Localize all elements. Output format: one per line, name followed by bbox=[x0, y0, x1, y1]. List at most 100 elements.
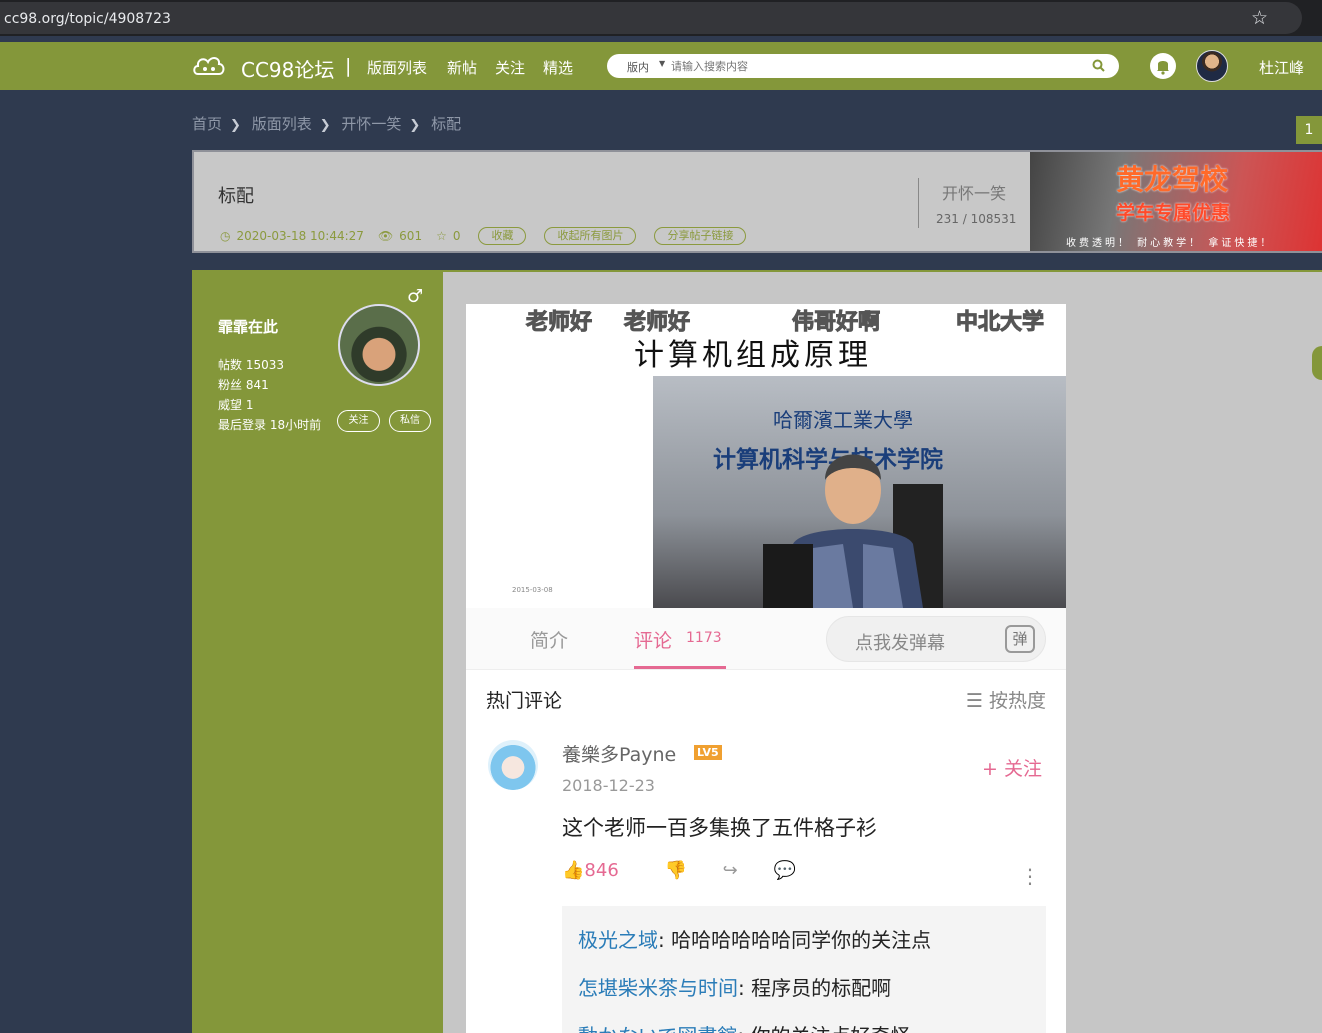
level-badge: LV5 bbox=[694, 745, 722, 760]
video-date: 2015-03-08 bbox=[512, 586, 553, 594]
address-bar[interactable]: cc98.org/topic/4908723 ☆ bbox=[0, 2, 1302, 34]
author-avatar[interactable] bbox=[338, 304, 420, 386]
chevron-down-icon[interactable]: ▼ bbox=[659, 59, 665, 68]
video-frame: 哈爾濱工業大學 计算机科学与技术学院 bbox=[653, 376, 1066, 608]
video-player: 老师好 老师好 伟哥好啊 中北大学 计算机组成原理 哈爾濱工業大學 计算机科学与… bbox=[466, 304, 1066, 608]
eye-icon: 👁 bbox=[377, 229, 394, 243]
star-count: 0 bbox=[452, 229, 461, 243]
reply-item: 极光之域: 哈哈哈哈哈哈同学你的关注点 bbox=[578, 924, 931, 953]
danmu-input[interactable]: 点我发弹幕 弹 bbox=[826, 616, 1046, 662]
share-icon[interactable]: ↪ bbox=[723, 860, 738, 881]
hot-comments-heading: 热门评论 bbox=[486, 690, 563, 712]
logo-icon[interactable] bbox=[192, 54, 226, 80]
search-scope-select[interactable]: 版内 bbox=[627, 59, 649, 75]
ad-subtitle: 学车专属优惠 bbox=[1116, 202, 1231, 224]
topic-meta: ◷ 2020-03-18 10:44:27 👁 601 ☆ 0 收藏 收起所有图… bbox=[220, 227, 747, 245]
comment-actions: 👍846 👎 ↪ 💬 bbox=[562, 860, 796, 881]
active-tab-indicator bbox=[634, 666, 726, 669]
site-title[interactable]: CC98论坛 bbox=[241, 54, 334, 83]
reply-item: 怎堪柴米茶与时间: 程序员的标配啊 bbox=[578, 972, 891, 1001]
topic-header: 标配 ◷ 2020-03-18 10:44:27 👁 601 ☆ 0 收藏 收起… bbox=[192, 150, 1322, 253]
like-button[interactable]: 👍846 bbox=[562, 860, 619, 881]
side-panel-handle[interactable] bbox=[1312, 346, 1322, 380]
reply-user[interactable]: 怎堪柴米茶与时间 bbox=[578, 976, 738, 1000]
chevron-right-icon: ❯ bbox=[230, 118, 241, 133]
comment-count: 1173 bbox=[686, 630, 722, 646]
more-options-icon[interactable]: ⋮ bbox=[1020, 864, 1040, 888]
board-name[interactable]: 开怀一笑 bbox=[942, 180, 1006, 204]
danmu-text: 中北大学 bbox=[955, 310, 1045, 336]
sort-toggle[interactable]: ☰ 按热度 bbox=[966, 686, 1046, 713]
male-icon: ♂ bbox=[407, 286, 424, 307]
reply-user[interactable]: 极光之域 bbox=[578, 928, 658, 952]
reply-user[interactable]: 動かないで図書館 bbox=[578, 1024, 737, 1033]
topic-datetime: 2020-03-18 10:44:27 bbox=[236, 229, 364, 243]
danmu-input-placeholder: 点我发弹幕 bbox=[855, 633, 945, 654]
author-panel: ♂ 霏霏在此 帖数 15033 粉丝 841 威望 1 最后登录 18小时前 关… bbox=[192, 272, 443, 1033]
username-link[interactable]: 杜江峰 bbox=[1259, 57, 1304, 78]
commenter-avatar[interactable] bbox=[488, 740, 538, 790]
share-link-button[interactable]: 分享帖子链接 bbox=[654, 227, 747, 245]
danmu-text: 老师好 bbox=[525, 310, 593, 336]
ad-slogan: 收费透明！ 耐心教学！ 拿证快捷！ bbox=[1066, 238, 1274, 249]
follow-commenter-button[interactable]: + 关注 bbox=[982, 754, 1042, 781]
thumbs-up-icon: 👍 bbox=[562, 860, 585, 881]
nav-featured[interactable]: 精选 bbox=[543, 57, 573, 78]
board-stats: 231 / 108531 bbox=[936, 212, 1017, 226]
url-text[interactable]: cc98.org/topic/4908723 bbox=[4, 11, 171, 27]
breadcrumb-home[interactable]: 首页 bbox=[192, 115, 222, 133]
nav-new-posts[interactable]: 新帖 bbox=[447, 57, 477, 78]
breadcrumb: 首页 ❯ 版面列表 ❯ 开怀一笑 ❯ 标配 bbox=[192, 113, 465, 134]
topic-title: 标配 bbox=[218, 186, 254, 207]
video-title: 计算机组成原理 bbox=[634, 338, 872, 373]
title-separator: | bbox=[345, 55, 352, 77]
nav-board-list[interactable]: 版面列表 bbox=[367, 57, 427, 78]
follow-author-button[interactable]: 关注 bbox=[337, 410, 380, 432]
divider bbox=[918, 178, 919, 228]
tab-comments[interactable]: 评论 bbox=[634, 626, 672, 653]
post-image: 老师好 老师好 伟哥好啊 中北大学 计算机组成原理 哈爾濱工業大學 计算机科学与… bbox=[466, 304, 1066, 1033]
view-count: 601 bbox=[399, 229, 423, 243]
reply-text: : 程序员的标配啊 bbox=[738, 976, 892, 1000]
commenter-name[interactable]: 養樂多Payne bbox=[562, 740, 676, 767]
post: ♂ 霏霏在此 帖数 15033 粉丝 841 威望 1 最后登录 18小时前 关… bbox=[192, 270, 1322, 1033]
search-icon[interactable] bbox=[1092, 59, 1105, 72]
chevron-right-icon: ❯ bbox=[409, 118, 421, 133]
danmu-icon[interactable]: 弹 bbox=[1005, 625, 1035, 653]
menu-icon: ☰ bbox=[965, 690, 989, 712]
site-header: CC98论坛 | 版面列表 新帖 关注 精选 版内 ▼ 杜江峰 bbox=[0, 42, 1322, 90]
collapse-images-button[interactable]: 收起所有图片 bbox=[544, 227, 637, 245]
author-posts: 帖数 15033 bbox=[218, 358, 284, 372]
author-name[interactable]: 霏霏在此 bbox=[218, 316, 278, 337]
favorite-button[interactable]: 收藏 bbox=[478, 227, 527, 245]
star-icon: ☆ bbox=[436, 229, 447, 243]
tab-intro[interactable]: 简介 bbox=[530, 626, 568, 653]
user-avatar[interactable] bbox=[1196, 50, 1228, 82]
reply-item: 動かないで図書館: 你的关注点好奇怪 bbox=[578, 1020, 911, 1033]
comment-date: 2018-12-23 bbox=[562, 776, 655, 795]
breadcrumb-board[interactable]: 开怀一笑 bbox=[341, 115, 401, 133]
like-count: 846 bbox=[584, 860, 619, 881]
author-fans: 粉丝 841 bbox=[218, 378, 269, 392]
clock-icon: ◷ bbox=[220, 229, 231, 243]
message-author-button[interactable]: 私信 bbox=[389, 410, 431, 432]
ad-banner[interactable]: 黄龙驾校 学车专属优惠 收费透明！ 耐心教学！ 拿证快捷！ bbox=[1030, 152, 1322, 251]
notification-bell-icon[interactable] bbox=[1150, 53, 1176, 79]
chevron-right-icon: ❯ bbox=[319, 118, 331, 133]
search-input[interactable] bbox=[671, 57, 1071, 75]
sort-label: 按热度 bbox=[988, 690, 1046, 712]
reply-bubble-icon[interactable]: 💬 bbox=[774, 860, 796, 881]
tab-bar: 简介 评论 1173 点我发弹幕 弹 bbox=[466, 608, 1066, 670]
breadcrumb-topic: 标配 bbox=[431, 115, 462, 133]
bookmark-star-icon[interactable]: ☆ bbox=[1251, 7, 1268, 29]
page-number-badge[interactable]: 1 bbox=[1296, 116, 1322, 144]
ad-title: 黄龙驾校 bbox=[1116, 163, 1229, 196]
thumbs-down-icon[interactable]: 👎 bbox=[665, 860, 687, 881]
comment-text: 这个老师一百多集换了五件格子衫 bbox=[562, 816, 877, 840]
search-box: 版内 ▼ bbox=[607, 54, 1119, 78]
reply-text: : 哈哈哈哈哈哈同学你的关注点 bbox=[658, 928, 932, 952]
author-last-login: 最后登录 18小时前 bbox=[218, 418, 322, 432]
author-prestige: 威望 1 bbox=[218, 398, 254, 412]
breadcrumb-board-list[interactable]: 版面列表 bbox=[252, 115, 312, 133]
nav-following[interactable]: 关注 bbox=[495, 57, 525, 78]
